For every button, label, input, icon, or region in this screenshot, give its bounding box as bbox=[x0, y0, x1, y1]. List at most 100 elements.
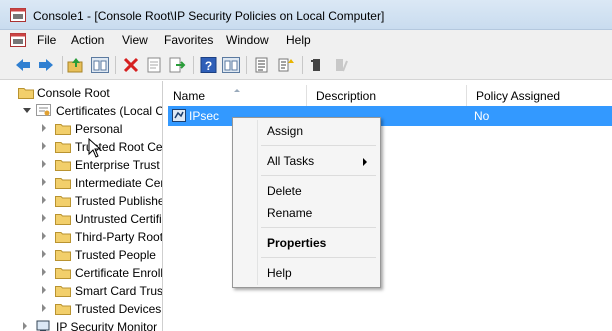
column-header-name[interactable]: Name bbox=[164, 85, 307, 107]
menu-item-help[interactable]: Help bbox=[267, 266, 292, 280]
collapse-arrow-icon[interactable] bbox=[23, 108, 31, 117]
tree-item-console-root[interactable]: Console Root bbox=[0, 84, 162, 102]
folder-icon bbox=[55, 124, 71, 135]
menu-file[interactable]: File bbox=[37, 33, 56, 47]
expand-arrow-icon[interactable] bbox=[42, 304, 46, 312]
title-bar: Console1 - [Console Root\IP Security Pol… bbox=[0, 0, 612, 30]
disabled-policy-icon bbox=[336, 59, 348, 72]
export-list-icon[interactable] bbox=[168, 57, 186, 73]
tree-label: Certificate Enroll bbox=[75, 266, 163, 280]
tree-label: Trusted People bbox=[75, 248, 156, 262]
expand-arrow-icon[interactable] bbox=[23, 322, 27, 330]
folder-icon bbox=[18, 88, 34, 99]
menu-item-assign[interactable]: Assign bbox=[267, 124, 303, 138]
toolbar-separator bbox=[62, 56, 63, 74]
folder-icon bbox=[55, 160, 71, 171]
folder-icon bbox=[55, 250, 71, 261]
folder-icon bbox=[55, 214, 71, 225]
expand-arrow-icon[interactable] bbox=[42, 178, 46, 186]
menu-separator bbox=[261, 145, 376, 146]
expand-arrow-icon[interactable] bbox=[42, 232, 46, 240]
unassign-policy-icon[interactable] bbox=[309, 57, 327, 73]
certificates-snapin-icon bbox=[36, 104, 51, 116]
menu-item-delete[interactable]: Delete bbox=[267, 184, 302, 198]
expand-arrow-icon[interactable] bbox=[42, 196, 46, 204]
tree-item-untrusted[interactable]: Untrusted Certifi bbox=[0, 210, 162, 228]
folder-icon bbox=[55, 286, 71, 297]
row-name: IPsec bbox=[189, 109, 220, 123]
column-header-label: Policy Assigned bbox=[476, 89, 561, 103]
manage-filter-lists-icon[interactable] bbox=[253, 57, 271, 73]
menu-bar: File Action View Favorites Window Help bbox=[0, 30, 612, 50]
back-icon[interactable] bbox=[14, 57, 32, 73]
tree-item-trusted-devices[interactable]: Trusted Devices bbox=[0, 300, 162, 318]
tree-item-intermediate[interactable]: Intermediate Cer bbox=[0, 174, 163, 192]
tree-item-smart-card[interactable]: Smart Card Trus bbox=[0, 282, 163, 300]
ip-security-monitor-icon bbox=[36, 320, 50, 331]
tree-item-certificate-enrollment[interactable]: Certificate Enroll bbox=[0, 264, 163, 282]
mmc-console-icon[interactable] bbox=[10, 8, 26, 22]
menu-item-properties[interactable]: Properties bbox=[267, 236, 326, 250]
tree-label: Enterprise Trust bbox=[75, 158, 160, 172]
forward-icon[interactable] bbox=[37, 57, 55, 73]
folder-icon bbox=[55, 304, 71, 315]
tree-label: IP Security Monitor bbox=[56, 320, 158, 331]
menu-item-all-tasks[interactable]: All Tasks bbox=[267, 154, 314, 168]
folder-icon bbox=[55, 196, 71, 207]
show-hide-tree-icon[interactable] bbox=[91, 57, 109, 73]
expand-arrow-icon[interactable] bbox=[42, 124, 46, 132]
submenu-arrow-icon bbox=[363, 158, 367, 166]
menu-help[interactable]: Help bbox=[286, 33, 311, 47]
mouse-cursor-icon bbox=[88, 138, 102, 158]
menu-action[interactable]: Action bbox=[71, 33, 104, 47]
menu-window[interactable]: Window bbox=[226, 33, 269, 47]
expand-arrow-icon[interactable] bbox=[42, 286, 46, 294]
menu-view[interactable]: View bbox=[122, 33, 148, 47]
expand-arrow-icon[interactable] bbox=[42, 268, 46, 276]
tree-label: Personal bbox=[75, 122, 123, 136]
toolbar-separator bbox=[302, 56, 303, 74]
expand-arrow-icon[interactable] bbox=[42, 214, 46, 222]
tree-label: Untrusted Certifi bbox=[75, 212, 162, 226]
up-folder-icon[interactable] bbox=[67, 57, 85, 73]
window-title: Console1 - [Console Root\IP Security Pol… bbox=[33, 9, 385, 23]
toolbar-separator bbox=[246, 56, 247, 74]
assign-policy-icon[interactable] bbox=[277, 57, 295, 73]
row-policy-assigned: No bbox=[474, 109, 490, 123]
ipsec-policy-icon bbox=[172, 109, 186, 122]
column-header-description[interactable]: Description bbox=[307, 85, 467, 107]
column-header-label: Name bbox=[173, 89, 206, 103]
tree-item-trusted-root[interactable]: Trusted Root Ce bbox=[0, 138, 162, 156]
help-icon[interactable]: ? bbox=[200, 57, 218, 73]
tree-label: Certificates (Local C bbox=[56, 104, 163, 118]
tree-item-enterprise-trust[interactable]: Enterprise Trust bbox=[0, 156, 162, 174]
tree-item-trusted-publishers[interactable]: Trusted Publishe bbox=[0, 192, 163, 210]
tree-label: Smart Card Trus bbox=[75, 284, 163, 298]
delete-icon[interactable] bbox=[122, 57, 140, 73]
menu-item-rename[interactable]: Rename bbox=[267, 206, 312, 220]
tree-label: Console Root bbox=[37, 86, 110, 100]
context-menu: Assign All Tasks Delete Rename Propertie… bbox=[232, 117, 381, 288]
folder-icon bbox=[55, 232, 71, 243]
tree-label: Trusted Devices bbox=[75, 302, 162, 316]
expand-arrow-icon[interactable] bbox=[42, 142, 46, 150]
tree-label: Trusted Publishe bbox=[75, 194, 163, 208]
menu-favorites[interactable]: Favorites bbox=[164, 33, 213, 47]
show-hide-action-pane-icon[interactable] bbox=[222, 57, 240, 73]
tree-item-personal[interactable]: Personal bbox=[0, 120, 162, 138]
toolbar-separator bbox=[115, 56, 116, 74]
tree-item-ip-security-monitor[interactable]: IP Security Monitor bbox=[0, 318, 162, 331]
expand-arrow-icon[interactable] bbox=[42, 250, 46, 258]
toolbar: ? bbox=[0, 50, 612, 80]
tree-item-certificates[interactable]: Certificates (Local C bbox=[0, 102, 163, 120]
tree-item-trusted-people[interactable]: Trusted People bbox=[0, 246, 162, 264]
column-header-policy-assigned[interactable]: Policy Assigned bbox=[467, 85, 612, 107]
tree-item-third-party-root[interactable]: Third-Party Root bbox=[0, 228, 162, 246]
system-menu-icon[interactable] bbox=[10, 33, 26, 47]
folder-icon bbox=[55, 178, 71, 189]
menu-separator bbox=[261, 227, 376, 228]
tree-label: Intermediate Cer bbox=[75, 176, 163, 190]
properties-icon[interactable] bbox=[145, 57, 163, 73]
expand-arrow-icon[interactable] bbox=[42, 160, 46, 168]
menu-separator bbox=[261, 257, 376, 258]
